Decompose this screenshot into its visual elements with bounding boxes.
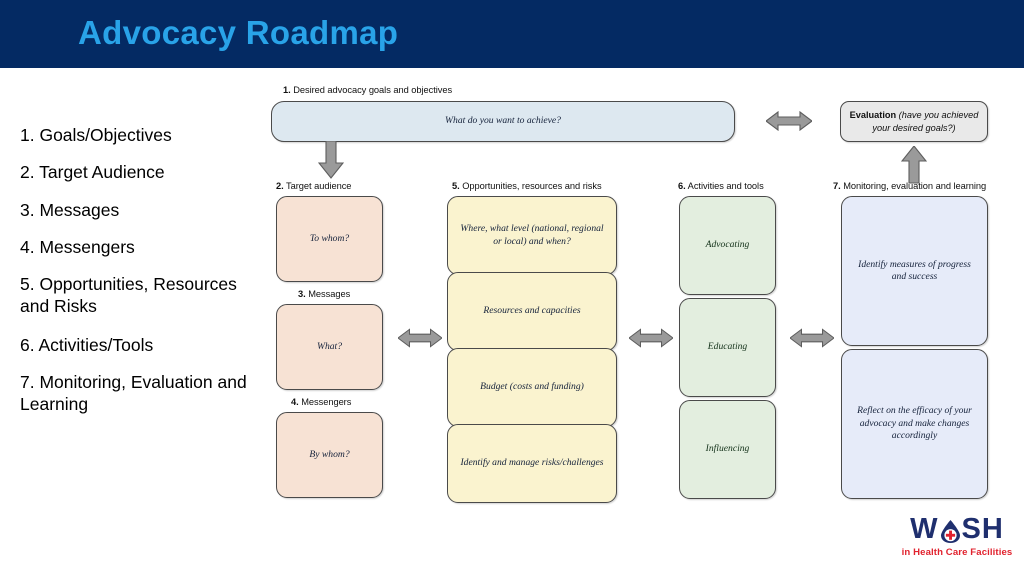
box-opportunity-risks[interactable]: Identify and manage risks/challenges [447, 424, 617, 503]
caption-step-1: 1. Desired advocacy goals and objectives [283, 85, 452, 95]
caption-text-7: Monitoring, evaluation and learning [840, 181, 987, 191]
box-opportunity-risks-label: Identify and manage risks/challenges [460, 457, 604, 469]
wash-word-part2: SH [961, 512, 1004, 545]
caption-step-5: 5. Opportunities, resources and risks [452, 181, 602, 191]
arrow-up-mel-to-evaluation [901, 146, 927, 184]
wash-tagline: in Health Care Facilities [901, 547, 1013, 558]
wash-logo: W SH in Health Care Facilities [898, 512, 1016, 568]
caption-number-1: 1. [283, 85, 291, 95]
box-messages-label: What? [316, 340, 343, 352]
box-evaluation[interactable]: Evaluation (have you achieved your desir… [840, 101, 988, 142]
box-opportunity-where[interactable]: Where, what level (national, regional or… [447, 196, 617, 275]
box-opportunity-resources-label: Resources and capacities [483, 305, 581, 317]
caption-text-4: Messengers [298, 397, 352, 407]
box-messengers[interactable]: By whom? [276, 412, 383, 498]
wash-wordmark: W SH [898, 512, 1016, 546]
caption-text-2: Target audience [283, 181, 352, 191]
box-advocating-label: Advocating [705, 239, 750, 251]
box-opportunity-budget-label: Budget (costs and funding) [480, 381, 584, 393]
box-educating[interactable]: Educating [679, 298, 776, 397]
box-mel-reflect[interactable]: Reflect on the efficacy of your advocacy… [841, 349, 988, 499]
advocacy-roadmap-diagram: 1. Desired advocacy goals and objectives… [0, 0, 1024, 576]
box-target-audience[interactable]: To whom? [276, 196, 383, 282]
box-target-audience-label: To whom? [309, 232, 350, 244]
box-evaluation-label: Evaluation (have you achieved your desir… [849, 109, 979, 134]
caption-text-6: Activities and tools [685, 181, 764, 191]
caption-text-5: Opportunities, resources and risks [459, 181, 602, 191]
box-advocating[interactable]: Advocating [679, 196, 776, 295]
caption-number-3: 3. [298, 289, 306, 299]
box-opportunity-resources[interactable]: Resources and capacities [447, 272, 617, 351]
caption-text-3: Messages [305, 289, 351, 299]
caption-number-2: 2. [276, 181, 284, 191]
arrow-opportunities-to-activities [629, 326, 673, 350]
box-mel-measures[interactable]: Identify measures of progress and succes… [841, 196, 988, 346]
caption-step-6: 6. Activities and tools [678, 181, 764, 191]
arrow-down-goal-to-audience [318, 141, 344, 179]
evaluation-strong-text: Evaluation [849, 110, 899, 121]
box-opportunity-where-label: Where, what level (national, regional or… [460, 223, 604, 247]
caption-number-7: 7. [833, 181, 841, 191]
caption-step-2: 2. Target audience [276, 181, 351, 191]
box-desired-goals[interactable]: What do you want to achieve? [271, 101, 735, 142]
box-messages[interactable]: What? [276, 304, 383, 390]
box-educating-label: Educating [707, 341, 748, 353]
water-drop-cross-icon [940, 519, 961, 544]
arrow-messages-to-opportunities [398, 326, 442, 350]
box-influencing[interactable]: Influencing [679, 400, 776, 499]
box-messengers-label: By whom? [309, 448, 350, 460]
box-desired-goals-label: What do you want to achieve? [445, 115, 561, 127]
caption-number-6: 6. [678, 181, 686, 191]
box-opportunity-budget[interactable]: Budget (costs and funding) [447, 348, 617, 427]
caption-number-5: 5. [452, 181, 460, 191]
box-mel-reflect-label: Reflect on the efficacy of your advocacy… [857, 405, 972, 442]
box-influencing-label: Influencing [705, 443, 750, 455]
caption-text-1: Desired advocacy goals and objectives [290, 85, 453, 95]
caption-step-3: 3. Messages [298, 289, 350, 299]
box-mel-measures-label: Identify measures of progress and succes… [858, 258, 971, 282]
caption-step-7: 7. Monitoring, evaluation and learning [833, 181, 986, 191]
wash-word-part1: W [910, 512, 939, 545]
arrow-activities-to-mel [790, 326, 834, 350]
caption-number-4: 4. [291, 397, 299, 407]
arrow-goal-to-evaluation [766, 110, 812, 132]
caption-step-4: 4. Messengers [291, 397, 351, 407]
